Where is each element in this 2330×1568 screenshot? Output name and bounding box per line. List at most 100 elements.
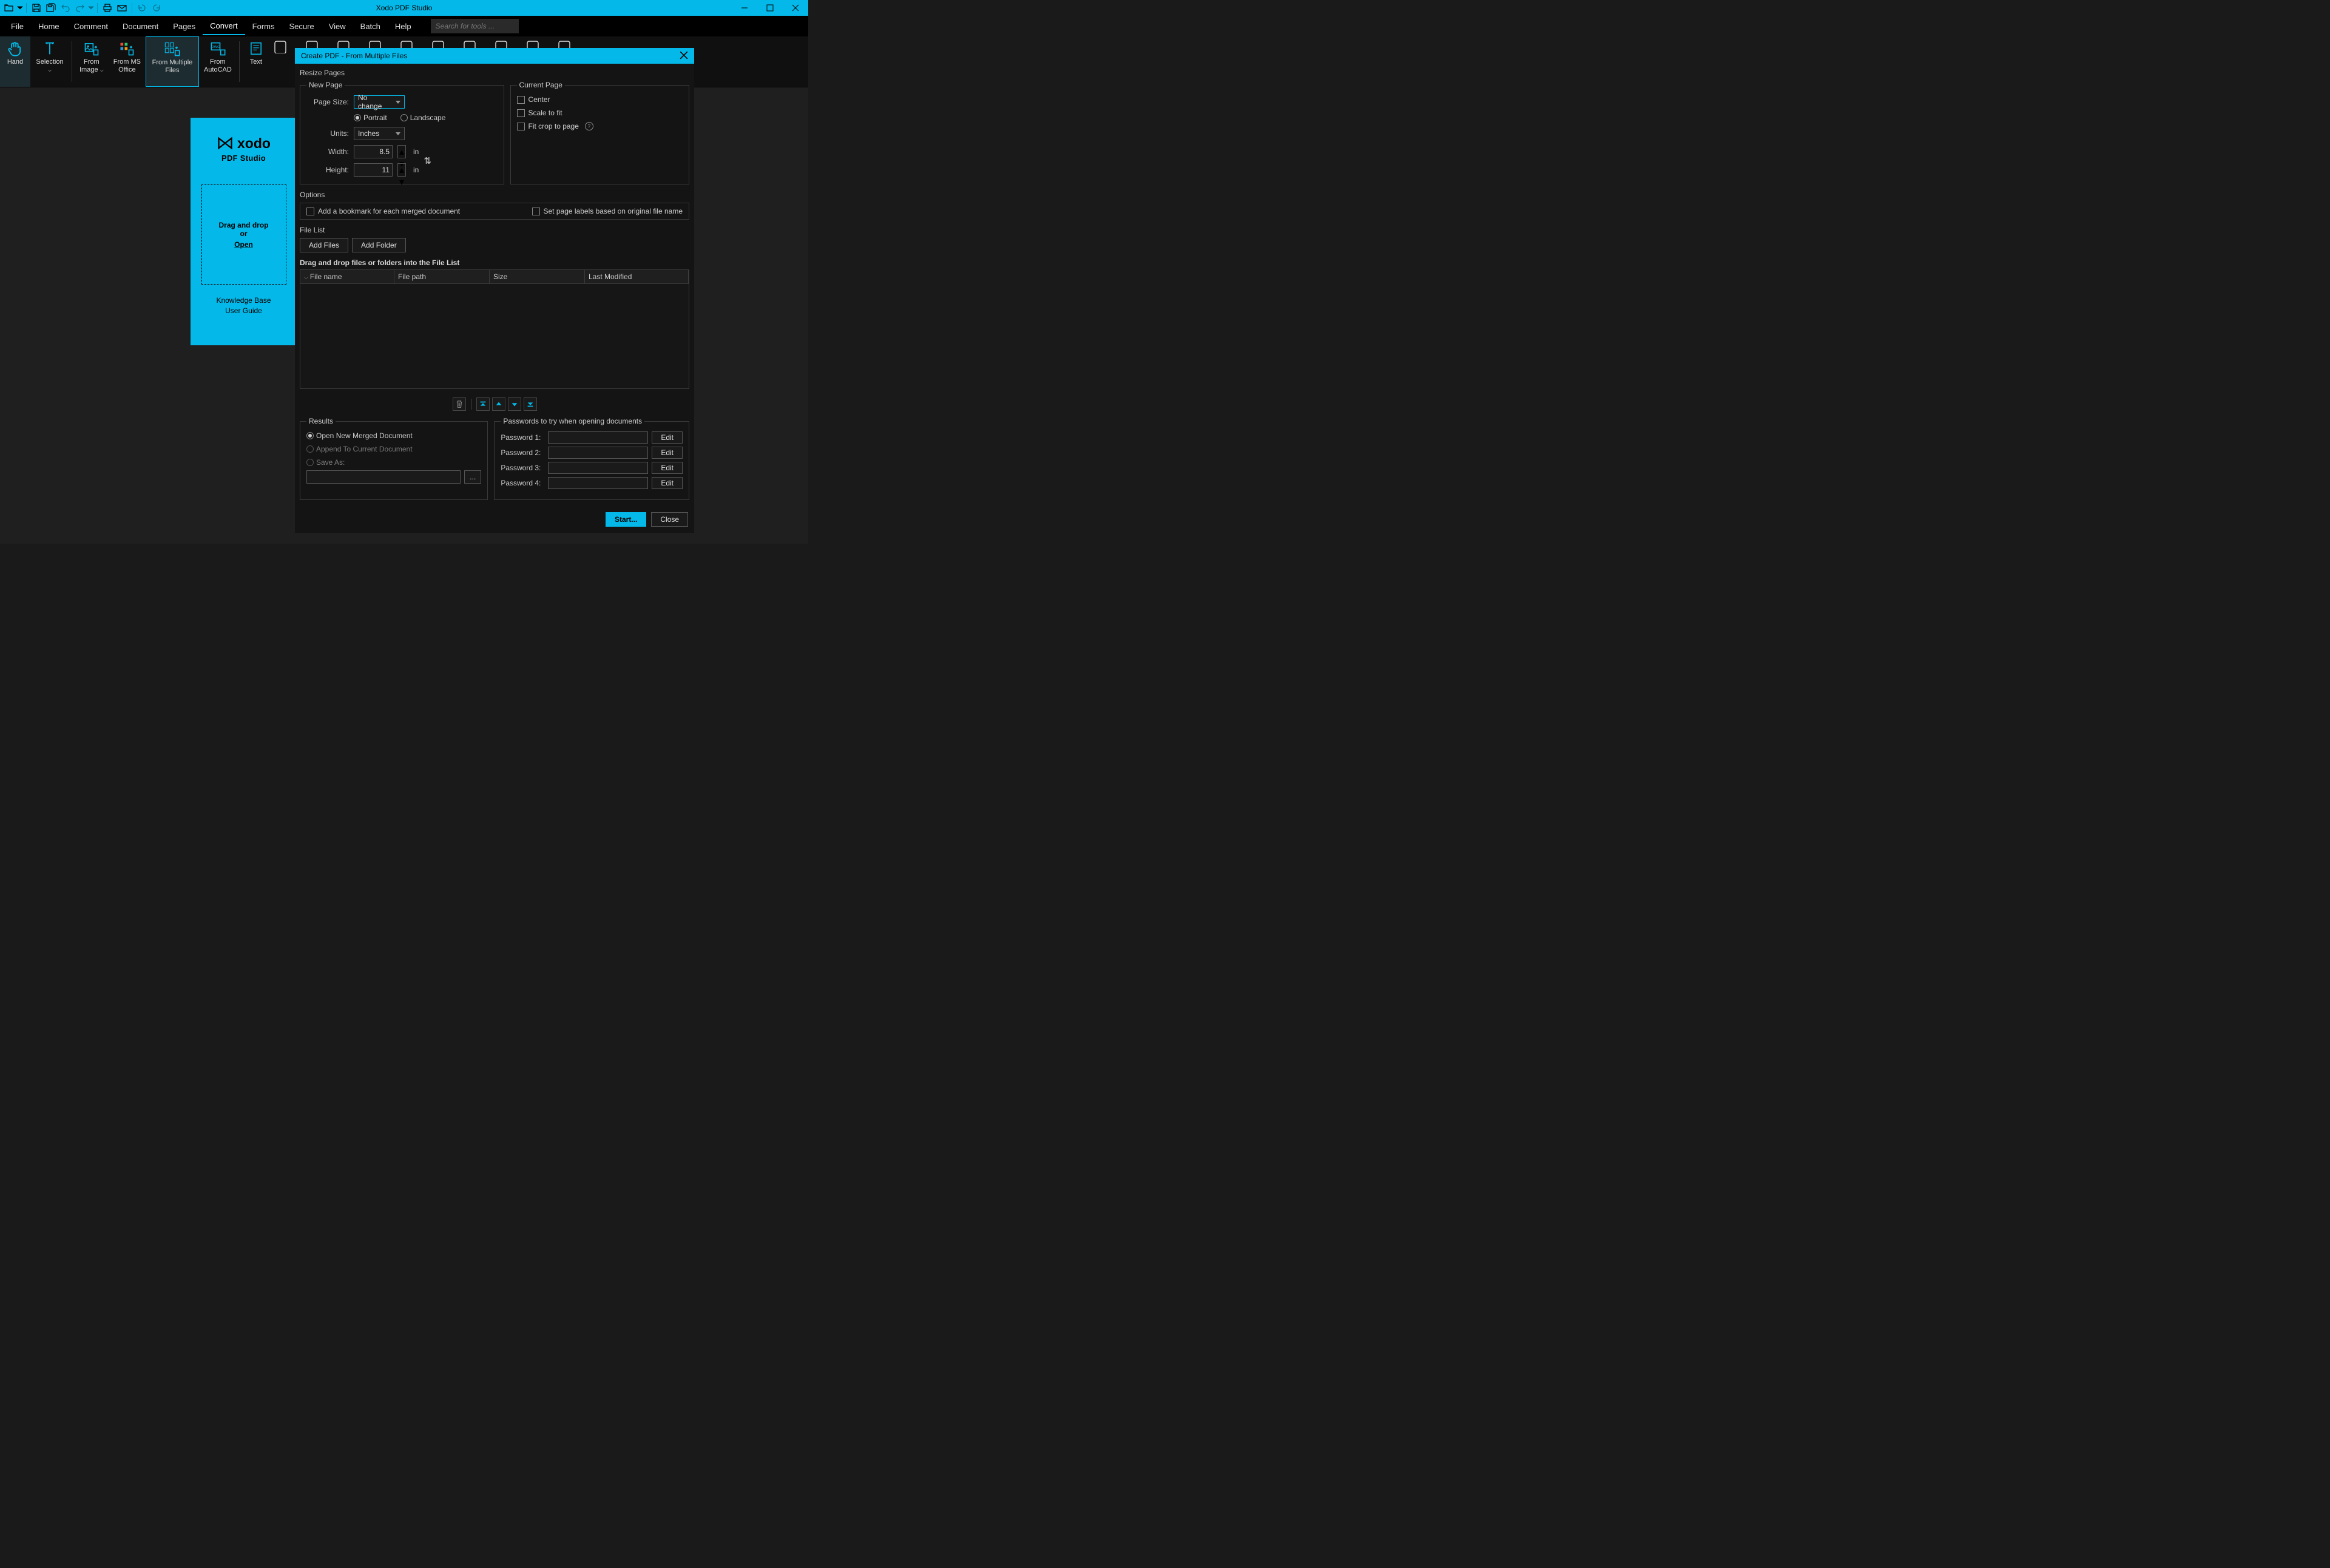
help-icon[interactable]: ? [585,122,593,130]
page-size-select[interactable]: No change [354,95,405,109]
col-modified[interactable]: Last Modified [585,270,689,283]
start-card: xodo PDF Studio Drag and drop or Open Kn… [191,118,297,345]
units-select[interactable]: Inches [354,127,405,140]
add-files-button[interactable]: Add Files [300,238,348,252]
from-image-button[interactable]: From Image ⌵ [75,36,109,87]
ribbon-label: From Multiple Files [152,59,193,75]
logo-text: xodo [237,135,271,152]
guide-link[interactable]: User Guide [216,306,271,316]
file-table-header: ⌵File name File path Size Last Modified [300,270,689,284]
menu-convert[interactable]: Convert [203,18,245,35]
start-button[interactable]: Start... [606,512,646,527]
password-edit-button[interactable]: Edit [652,447,683,459]
from-autocad-button[interactable]: DWG From AutoCAD [199,36,237,87]
create-pdf-dialog: Create PDF - From Multiple Files Resize … [295,48,694,533]
height-spinner[interactable]: ▴▾ [397,163,406,177]
move-down-button[interactable] [508,397,521,411]
menu-file[interactable]: File [4,18,31,35]
delete-button[interactable] [453,397,466,411]
drop-text: Drag and drop [218,221,268,229]
height-input[interactable] [354,163,393,177]
center-checkbox[interactable]: Center [517,95,550,104]
password-edit-button[interactable]: Edit [652,462,683,474]
link-dimensions-icon[interactable]: ⇅ [424,155,431,166]
add-folder-button[interactable]: Add Folder [352,238,406,252]
menu-comment[interactable]: Comment [67,18,115,35]
text-tool[interactable]: Text [242,36,270,87]
separator [97,3,98,13]
move-bottom-button[interactable] [524,397,537,411]
bookmark-checkbox[interactable]: Add a bookmark for each merged document [306,207,460,215]
menu-secure[interactable]: Secure [282,18,322,35]
unit-label: in [413,147,419,156]
print-icon[interactable] [101,1,114,15]
save-icon[interactable] [30,1,43,15]
folder-open-icon[interactable] [2,1,16,15]
password-edit-button[interactable]: Edit [652,477,683,489]
selection-tool[interactable]: Selection⌵ [30,36,69,87]
dialog-titlebar[interactable]: Create PDF - From Multiple Files [295,48,694,64]
hand-tool[interactable]: Hand [0,36,30,87]
ribbon-label: From AutoCAD [204,58,232,74]
move-top-button[interactable] [476,397,490,411]
from-multi-icon [164,41,181,58]
menu-document[interactable]: Document [115,18,166,35]
fit-crop-checkbox[interactable]: Fit crop to page? [517,122,593,130]
page-labels-checkbox[interactable]: Set page labels based on original file n… [532,207,683,215]
close-button[interactable] [783,0,808,16]
titlebar: Xodo PDF Studio [0,0,808,16]
move-up-button[interactable] [492,397,505,411]
col-filepath[interactable]: File path [394,270,490,283]
redo-icon[interactable] [73,1,87,15]
menu-view[interactable]: View [322,18,353,35]
save-as-radio[interactable]: Save As: [306,458,345,467]
from-ms-office-button[interactable]: From MS Office [109,36,146,87]
open-merged-radio[interactable]: Open New Merged Document [306,431,413,440]
menu-forms[interactable]: Forms [245,18,282,35]
password-input-4[interactable] [548,477,648,489]
minimize-button[interactable] [732,0,757,16]
password-edit-button[interactable]: Edit [652,431,683,444]
width-input[interactable] [354,145,393,158]
email-icon[interactable] [115,1,129,15]
rotate-left-icon[interactable] [135,1,149,15]
open-link[interactable]: Open [234,240,253,249]
width-spinner[interactable]: ▴▾ [397,145,406,158]
browse-button[interactable]: ... [464,470,481,484]
drop-zone[interactable]: Drag and drop or Open [201,184,286,285]
maximize-button[interactable] [757,0,783,16]
search-input[interactable] [436,22,514,30]
from-dwg-icon: DWG [209,40,226,57]
file-table-body[interactable] [300,284,689,388]
password-input-2[interactable] [548,447,648,459]
append-radio[interactable]: Append To Current Document [306,445,413,453]
portrait-radio[interactable]: Portrait [354,113,387,122]
password-input-3[interactable] [548,462,648,474]
close-button[interactable]: Close [651,512,688,527]
undo-icon[interactable] [59,1,72,15]
from-multiple-files-button[interactable]: From Multiple Files [146,36,199,87]
dropdown-icon[interactable] [17,1,23,15]
landscape-radio[interactable]: Landscape [400,113,446,122]
menu-batch[interactable]: Batch [353,18,388,35]
col-filename[interactable]: ⌵File name [300,270,394,283]
passwords-legend: Passwords to try when opening documents [501,417,644,425]
scale-checkbox[interactable]: Scale to fit [517,109,562,117]
current-page-legend: Current Page [517,81,565,89]
rotate-right-icon[interactable] [150,1,163,15]
file-drop-hint: Drag and drop files or folders into the … [300,256,689,269]
menu-pages[interactable]: Pages [166,18,203,35]
kb-link[interactable]: Knowledge Base [216,296,271,306]
save-as-input[interactable] [306,470,461,484]
doc-icon [272,40,289,53]
dropdown-icon[interactable] [88,1,94,15]
password-row-1: Password 1:Edit [501,431,683,444]
password-input-1[interactable] [548,431,648,444]
search-tools-input[interactable] [431,19,519,33]
menu-home[interactable]: Home [31,18,67,35]
dialog-close-button[interactable] [680,51,688,61]
ribbon-label: Hand [7,58,23,66]
save-all-icon[interactable] [44,1,58,15]
col-size[interactable]: Size [490,270,585,283]
menu-help[interactable]: Help [388,18,419,35]
